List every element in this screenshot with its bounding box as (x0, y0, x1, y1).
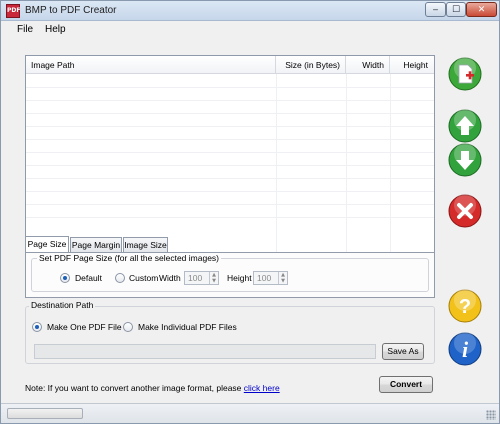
app-icon: PDF (6, 4, 20, 18)
one-pdf-radio[interactable] (32, 322, 42, 332)
grid-line (26, 204, 434, 205)
add-file-icon (448, 57, 482, 91)
click-here-link[interactable]: click here (244, 383, 280, 393)
remove-icon (448, 194, 482, 228)
move-up-icon (448, 109, 482, 143)
app-window: PDF BMP to PDF Creator ‒ ☐ ✕ File Help I… (0, 0, 500, 424)
width-stepper[interactable]: 100 ▲ ▼ (184, 271, 219, 285)
list-header: Image Path Size (in Bytes) Width Height (26, 56, 434, 74)
width-value: 100 (188, 273, 203, 283)
custom-label[interactable]: Custom (129, 273, 158, 283)
help-button[interactable]: ? (448, 289, 482, 323)
column-size[interactable]: Size (in Bytes) (276, 56, 346, 74)
one-pdf-label[interactable]: Make One PDF File (47, 322, 122, 332)
height-stepper[interactable]: 100 ▲ ▼ (253, 271, 288, 285)
grid-line (26, 152, 434, 153)
destination-group-label: Destination Path (29, 300, 96, 310)
move-up-button[interactable] (448, 109, 482, 143)
grid-line (26, 87, 434, 88)
tab-page-margin[interactable]: Page Margin (70, 237, 122, 252)
status-bar (1, 403, 499, 423)
page-size-group: Set PDF Page Size (for all the selected … (31, 253, 429, 292)
minimize-button[interactable]: ‒ (425, 2, 446, 17)
maximize-button[interactable]: ☐ (446, 2, 466, 17)
svg-text:?: ? (459, 296, 471, 318)
info-icon: i (448, 332, 482, 366)
grid-line (26, 100, 434, 101)
move-down-button[interactable] (448, 143, 482, 177)
grid-line (26, 165, 434, 166)
width-label: Width (159, 273, 181, 283)
column-width[interactable]: Width (346, 56, 390, 74)
convert-button[interactable]: Convert (379, 376, 433, 393)
destination-group: Destination Path Make One PDF File Make … (25, 300, 435, 364)
grid-line (26, 191, 434, 192)
page-size-panel: Set PDF Page Size (for all the selected … (25, 252, 435, 298)
remove-button[interactable] (448, 194, 482, 228)
column-image-path[interactable]: Image Path (26, 56, 276, 74)
add-file-button[interactable] (448, 57, 482, 91)
individual-pdf-label[interactable]: Make Individual PDF Files (138, 322, 237, 332)
format-note: Note: If you want to convert another ima… (25, 383, 280, 393)
tab-page-size[interactable]: Page Size (25, 236, 69, 252)
default-radio[interactable] (60, 273, 70, 283)
custom-radio[interactable] (115, 273, 125, 283)
grid-line (346, 74, 347, 264)
height-label: Height (227, 273, 252, 283)
progress-bar (7, 408, 83, 419)
save-as-button[interactable]: Save As (382, 343, 424, 360)
menu-bar: File Help (1, 21, 499, 39)
grid-line (26, 217, 434, 218)
svg-text:i: i (462, 337, 469, 362)
grid-line (26, 178, 434, 179)
image-list[interactable]: Image Path Size (in Bytes) Width Height (25, 55, 435, 265)
column-height[interactable]: Height (390, 56, 434, 74)
destination-path-input[interactable] (34, 344, 376, 359)
close-button[interactable]: ✕ (466, 2, 497, 17)
info-button[interactable]: i (448, 332, 482, 366)
grid-line (26, 139, 434, 140)
height-stepper-arrows-icon[interactable]: ▲ ▼ (278, 272, 287, 284)
individual-pdf-radio[interactable] (123, 322, 133, 332)
height-value: 100 (257, 273, 272, 283)
tab-image-size[interactable]: Image Size (123, 237, 168, 252)
page-size-group-label: Set PDF Page Size (for all the selected … (37, 253, 221, 263)
grid-line (390, 74, 391, 264)
menu-file[interactable]: File (17, 24, 33, 35)
width-stepper-arrows-icon[interactable]: ▲ ▼ (209, 272, 218, 284)
note-text: Note: If you want to convert another ima… (25, 383, 242, 393)
title-bar[interactable]: PDF BMP to PDF Creator ‒ ☐ ✕ (1, 1, 499, 21)
move-down-icon (448, 143, 482, 177)
grid-line (26, 126, 434, 127)
grid-line (276, 74, 277, 264)
help-icon: ? (448, 289, 482, 323)
window-title: BMP to PDF Creator (25, 5, 117, 16)
main-area: Image Path Size (in Bytes) Width Height (2, 39, 498, 401)
grid-line (26, 113, 434, 114)
resize-grip-icon[interactable] (486, 410, 496, 420)
default-label[interactable]: Default (75, 273, 102, 283)
menu-help[interactable]: Help (45, 24, 66, 35)
